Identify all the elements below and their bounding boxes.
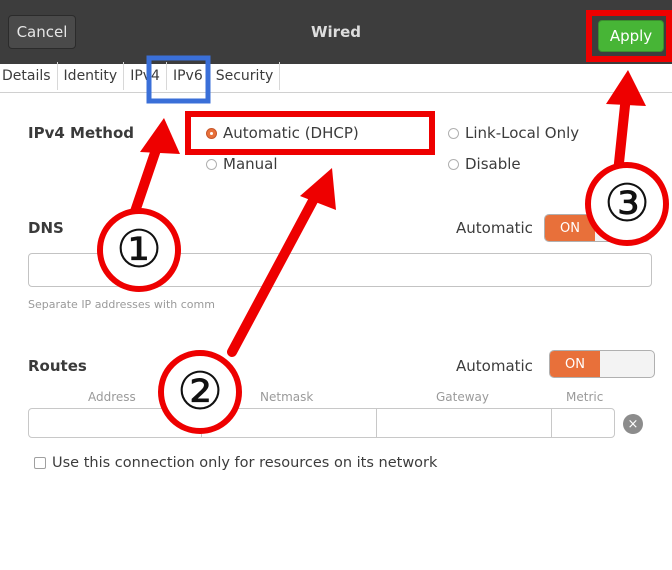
arrow-2-shaft [227,190,321,357]
arrow-2-head [300,168,336,210]
arrow-1-head [140,118,180,154]
arrow-3-head [606,70,646,106]
ipv4-tab-highlight-box [146,55,211,104]
automatic-dhcp-highlight-box [185,111,435,155]
step-2-label: ② [176,362,224,422]
step-3-label: ③ [603,174,651,234]
apply-highlight-box [586,10,672,62]
step-1-label: ① [115,220,163,280]
